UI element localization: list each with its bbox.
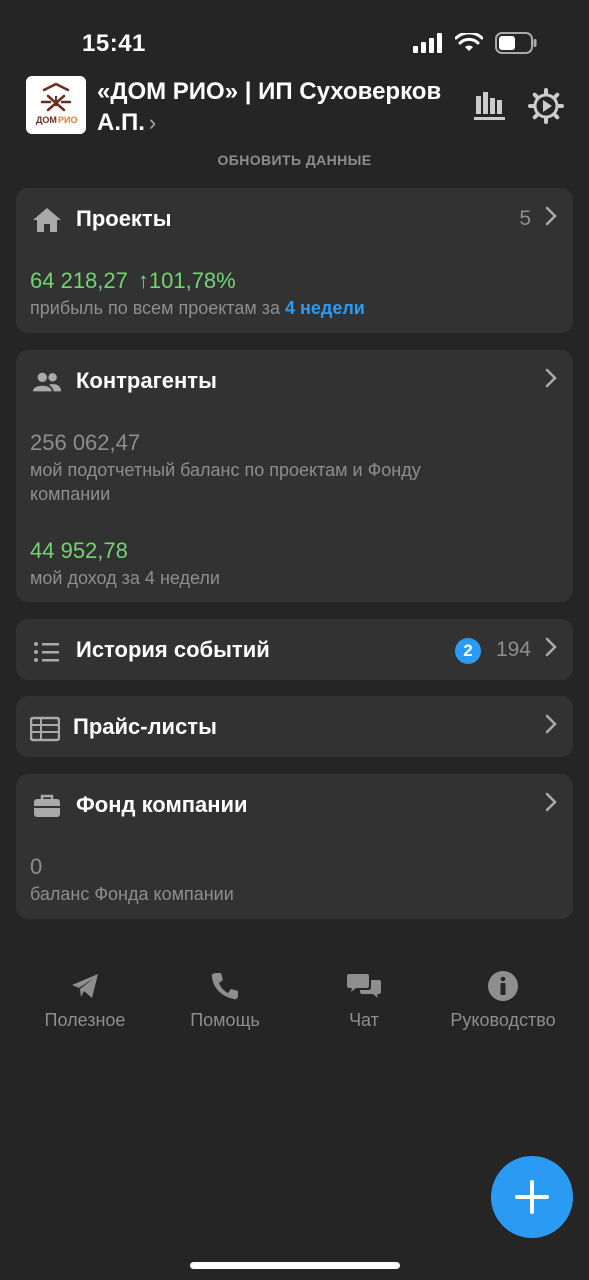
- refresh-data-button[interactable]: ОБНОВИТЬ ДАННЫЕ: [0, 152, 589, 168]
- company-logo: ДОМ РИО: [26, 76, 86, 134]
- history-count: 194: [495, 638, 531, 661]
- contractors-header[interactable]: Контрагенты: [16, 350, 573, 412]
- plus-icon: [515, 1180, 549, 1214]
- nav-guide-label: Руководство: [450, 1010, 556, 1030]
- contractors-income: 44 952,78: [30, 538, 128, 563]
- contractors-balance: 256 062,47: [30, 430, 141, 455]
- projects-title: Проекты: [76, 206, 172, 231]
- wifi-icon: [455, 33, 483, 51]
- bottom-navigation: Полезное Помощь Чат Руководство: [0, 966, 589, 1046]
- briefcase-icon: [34, 794, 60, 817]
- org-chevron-icon: ›: [148, 110, 157, 135]
- home-icon: [33, 208, 61, 232]
- nav-guide[interactable]: Руководство: [433, 966, 573, 1031]
- projects-profit: 64 218,27: [30, 268, 128, 293]
- nav-chat[interactable]: Чат: [294, 966, 434, 1031]
- analytics-icon[interactable]: [472, 88, 508, 124]
- projects-caption-row: прибыль по всем проектам за 4 недели: [30, 296, 550, 320]
- chat-icon: [347, 974, 381, 998]
- telegram-icon: [72, 974, 98, 998]
- signal-icon: [413, 33, 442, 53]
- fund-title: Фонд компании: [76, 792, 248, 817]
- chevron-right-icon: [545, 368, 557, 388]
- history-unread-badge: 2: [455, 638, 481, 664]
- table-icon: [30, 716, 60, 742]
- phone-icon: [211, 973, 238, 1000]
- history-title: История событий: [76, 637, 270, 662]
- info-icon: [488, 971, 518, 1001]
- nav-useful-label: Полезное: [44, 1010, 126, 1030]
- projects-card[interactable]: Проекты 5 64 218,27 ↑101,78% прибыль по в…: [16, 188, 573, 333]
- projects-count: 5: [519, 207, 531, 230]
- status-time: 15:41: [82, 30, 146, 57]
- pricelists-title: Прайс-листы: [73, 714, 217, 739]
- history-card[interactable]: История событий 2 194: [16, 619, 573, 680]
- pricelists-card[interactable]: Прайс-листы: [16, 696, 573, 757]
- chevron-right-icon: [545, 792, 557, 812]
- settings-icon[interactable]: [528, 88, 564, 124]
- fund-card[interactable]: Фонд компании 0 баланс Фонда компании: [16, 774, 573, 919]
- projects-period-link[interactable]: 4 недели: [285, 298, 365, 318]
- battery-icon: [495, 32, 537, 54]
- list-icon: [34, 642, 59, 662]
- chevron-right-icon: [545, 714, 557, 734]
- projects-header[interactable]: Проекты 5: [16, 188, 573, 250]
- contractors-income-caption: мой доход за 4 недели: [30, 568, 220, 588]
- people-icon: [32, 372, 62, 392]
- nav-help-label: Помощь: [190, 1010, 260, 1030]
- chevron-right-icon: [545, 206, 557, 226]
- status-bar: 15:41: [0, 0, 589, 80]
- fund-header[interactable]: Фонд компании: [16, 774, 573, 836]
- fund-caption: баланс Фонда компании: [30, 884, 234, 904]
- chevron-right-icon: [545, 637, 557, 657]
- nav-useful[interactable]: Полезное: [15, 966, 155, 1031]
- projects-caption: прибыль по всем проектам за: [30, 298, 285, 318]
- logo-text-b: РИО: [58, 115, 77, 125]
- logo-text-a: ДОМ: [36, 115, 57, 125]
- add-button[interactable]: [491, 1156, 573, 1238]
- contractors-balance-caption: мой подотчетный баланс по проектам и Фон…: [30, 460, 421, 504]
- status-icons: [413, 32, 537, 54]
- projects-profit-row: 64 218,27 ↑101,78%: [30, 268, 236, 294]
- nav-chat-label: Чат: [349, 1010, 379, 1030]
- app-header: ДОМ РИО «ДОМ РИО» | ИП Суховерков А.П. ›: [0, 70, 589, 150]
- fund-balance: 0: [30, 854, 43, 879]
- nav-help[interactable]: Помощь: [155, 966, 295, 1031]
- projects-growth: ↑101,78%: [137, 268, 236, 293]
- home-indicator[interactable]: [190, 1262, 400, 1269]
- org-switcher[interactable]: «ДОМ РИО» | ИП Суховерков А.П. ›: [97, 76, 457, 138]
- contractors-title: Контрагенты: [76, 368, 217, 393]
- contractors-card[interactable]: Контрагенты 256 062,47 мой подотчетный б…: [16, 350, 573, 602]
